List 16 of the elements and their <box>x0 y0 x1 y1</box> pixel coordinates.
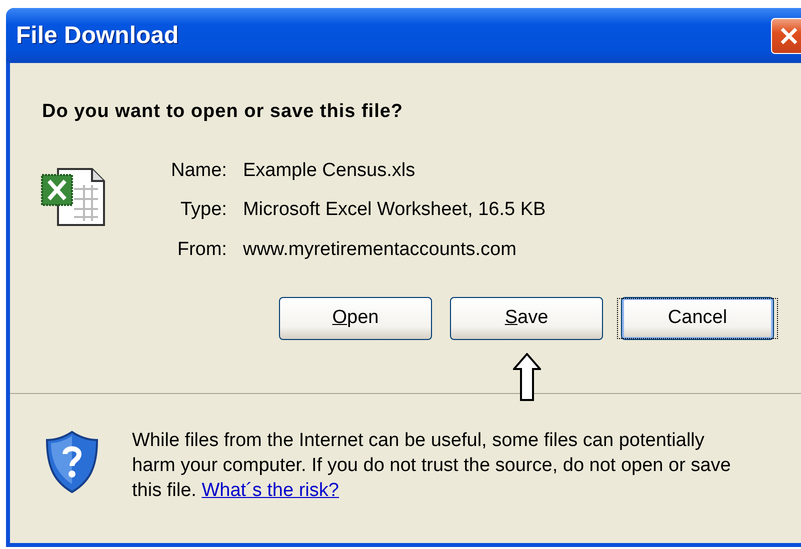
field-value: www.myretirementaccounts.com <box>242 238 518 262</box>
field-value: Microsoft Excel Worksheet, 16.5 KB <box>242 198 546 222</box>
field-label: Name: <box>171 158 227 182</box>
spreadsheet-file-icon <box>40 166 106 226</box>
dialog-button[interactable]: Save <box>450 297 603 340</box>
risk-link[interactable]: What´s the risk? <box>202 480 339 501</box>
close-icon <box>779 26 799 46</box>
security-shield-icon <box>45 430 99 494</box>
dialog-button[interactable]: Open <box>279 297 432 340</box>
field-label: Type: <box>179 198 227 222</box>
warning-text: While files from the Internet can be useful, some files can potentially harm your computer. If you do not trust the source, do not open or save this file. What´s the risk? <box>132 429 732 503</box>
question-text: Do you want to open or save this file? <box>42 100 404 124</box>
close-button[interactable] <box>771 18 801 54</box>
window-title: File Download <box>16 20 179 50</box>
field-value: Example Census.xls <box>242 158 416 182</box>
field-label: From: <box>176 238 227 262</box>
